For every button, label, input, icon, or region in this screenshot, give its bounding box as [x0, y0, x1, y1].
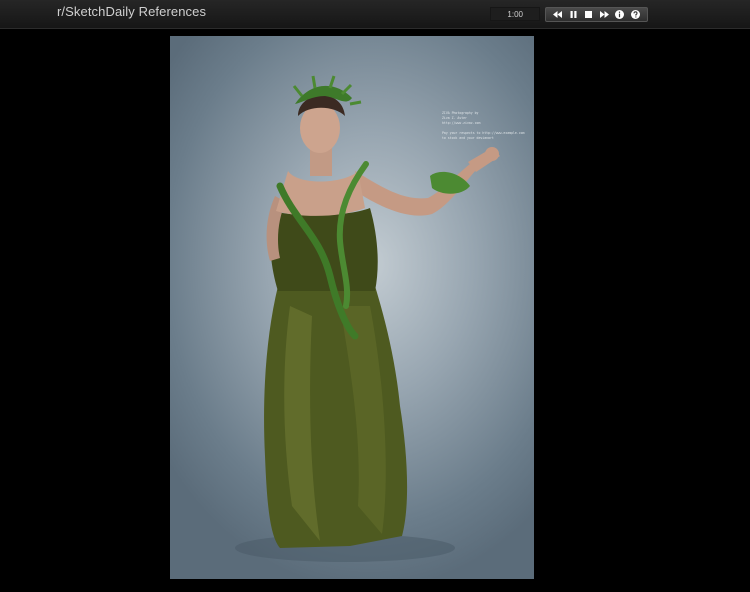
- watermark-line: http://www.zivaz.com: [442, 121, 480, 125]
- help-icon: [630, 10, 640, 19]
- watermark-line: Ziva Z. Aster: [442, 116, 467, 120]
- fast-forward-icon: [599, 11, 609, 18]
- rewind-button[interactable]: [551, 8, 565, 21]
- help-button[interactable]: [628, 8, 642, 21]
- watermark-line: to stock and your devianart: [442, 136, 494, 140]
- info-icon: [615, 10, 625, 19]
- watermark-line: Pay your respects to http://www.example.…: [442, 131, 525, 135]
- page-title: r/SketchDaily References: [57, 4, 207, 19]
- stop-icon: [585, 11, 593, 18]
- reference-figure: ZIVA Photography by Ziva Z. Aster http:/…: [235, 75, 525, 562]
- pause-icon: [570, 11, 577, 18]
- watermark-line: ZIVA Photography by: [442, 111, 479, 115]
- reference-photo: ZIVA Photography by Ziva Z. Aster http:/…: [170, 36, 534, 579]
- top-bar: r/SketchDaily References 1:00: [0, 0, 750, 29]
- fast-forward-button[interactable]: [597, 8, 611, 21]
- rewind-icon: [553, 11, 563, 18]
- pause-button[interactable]: [566, 8, 580, 21]
- info-button[interactable]: [613, 8, 627, 21]
- timer-display: 1:00: [490, 7, 540, 21]
- playback-controls: [545, 7, 648, 22]
- stop-button[interactable]: [582, 8, 596, 21]
